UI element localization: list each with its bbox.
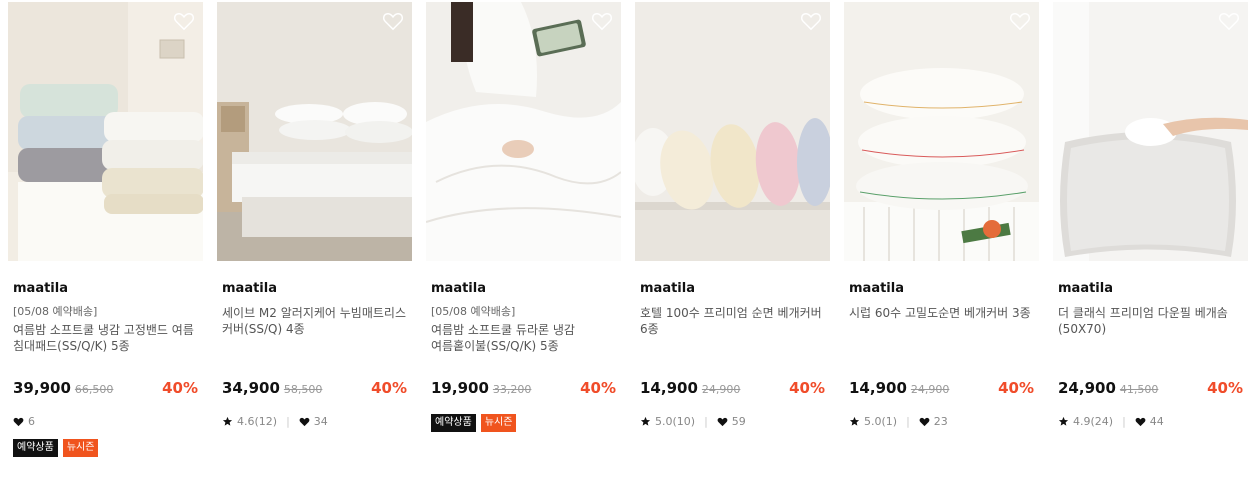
- heart-icon: [919, 417, 930, 427]
- heart-icon: [299, 417, 310, 427]
- price-row: 34,900 58,500 40%: [222, 379, 407, 397]
- wishlist-heart-icon[interactable]: [800, 11, 822, 31]
- original-price: 66,500: [74, 383, 114, 396]
- price-row: 19,900 33,200 40%: [431, 379, 616, 397]
- like-count: 6: [28, 415, 35, 428]
- original-price: 58,500: [283, 383, 323, 396]
- sale-price: 14,900: [640, 379, 698, 397]
- review-meta: 5.0(1) | 23: [849, 415, 948, 428]
- heart-icon: [13, 417, 24, 427]
- star-icon: [640, 416, 651, 426]
- product-name[interactable]: 세이브 M2 알러지케어 누빔매트리스 커버(SS/Q) 4종: [222, 305, 410, 337]
- brand-name[interactable]: maatila: [640, 281, 828, 297]
- sale-price: 14,900: [849, 379, 907, 397]
- meta-divider: |: [704, 415, 708, 428]
- product-card[interactable]: maatila 시럽 60수 고밀도순면 베개커버 3종 14,900 24,9…: [844, 2, 1039, 428]
- like-count: 59: [731, 415, 746, 428]
- wishlist-heart-icon[interactable]: [382, 11, 404, 31]
- rating-value: 5.0(1): [864, 415, 898, 428]
- review-meta: 5.0(10) | 59: [640, 415, 746, 428]
- product-card[interactable]: maatila 더 클래식 프리미엄 다운필 베개솜(50X70) 24,900…: [1053, 2, 1248, 428]
- discount-rate: 40%: [580, 379, 616, 397]
- product-name[interactable]: 더 클래식 프리미엄 다운필 베개솜(50X70): [1058, 305, 1246, 337]
- badge-list: 예약상품 뉴시즌: [431, 414, 517, 432]
- like-count: 23: [933, 415, 948, 428]
- delivery-tag: [05/08 예약배송]: [13, 305, 98, 318]
- product-name[interactable]: 여름밤 소프트쿨 듀라론 냉감 여름홑이불(SS/Q/K) 5종: [431, 322, 619, 354]
- price-row: 24,900 41,500 40%: [1058, 379, 1243, 397]
- price-row: 14,900 24,900 40%: [640, 379, 825, 397]
- review-meta: 4.6(12) | 34: [222, 415, 328, 428]
- sale-price: 39,900: [13, 379, 71, 397]
- product-image[interactable]: [217, 2, 412, 261]
- product-photo-bedpad: [8, 2, 203, 261]
- price-row: 14,900 24,900 40%: [849, 379, 1034, 397]
- delivery-tag: [05/08 예약배송]: [431, 305, 516, 318]
- review-meta: 4.9(24) | 44: [1058, 415, 1164, 428]
- product-image[interactable]: [844, 2, 1039, 261]
- wishlist-heart-icon[interactable]: [173, 11, 195, 31]
- discount-rate: 40%: [1207, 379, 1243, 397]
- sale-price: 19,900: [431, 379, 489, 397]
- product-photo-mattress-cover: [217, 2, 412, 261]
- discount-rate: 40%: [789, 379, 825, 397]
- like-count: 34: [313, 415, 328, 428]
- product-photo-stacked-pillows: [844, 2, 1039, 261]
- heart-icon: [1135, 417, 1146, 427]
- review-meta: 6: [13, 415, 35, 428]
- star-icon: [1058, 416, 1069, 426]
- price-row: 39,900 66,500 40%: [13, 379, 198, 397]
- brand-name[interactable]: maatila: [431, 281, 619, 297]
- brand-name[interactable]: maatila: [222, 281, 410, 297]
- original-price: 41,500: [1119, 383, 1159, 396]
- product-grid: maatila [05/08 예약배송] 여름밤 소프트쿨 냉감 고정밴드 여름…: [8, 2, 1248, 457]
- rating-value: 4.6(12): [237, 415, 278, 428]
- discount-rate: 40%: [371, 379, 407, 397]
- wishlist-heart-icon[interactable]: [1218, 11, 1240, 31]
- wishlist-heart-icon[interactable]: [1009, 11, 1031, 31]
- product-image[interactable]: [8, 2, 203, 261]
- rating-value: 5.0(10): [655, 415, 696, 428]
- brand-name[interactable]: maatila: [849, 281, 1037, 297]
- like-count: 44: [1149, 415, 1164, 428]
- new-season-badge: 뉴시즌: [480, 414, 517, 432]
- product-name[interactable]: 호텔 100수 프리미엄 순면 베개커버 6종: [640, 305, 828, 337]
- rating-value: 4.9(24): [1073, 415, 1114, 428]
- preorder-badge: 예약상품: [13, 439, 58, 457]
- product-image[interactable]: [1053, 2, 1248, 261]
- product-card[interactable]: maatila 세이브 M2 알러지케어 누빔매트리스 커버(SS/Q) 4종 …: [217, 2, 412, 428]
- product-image[interactable]: [426, 2, 621, 261]
- product-photo-pillowcases: [635, 2, 830, 261]
- new-season-badge: 뉴시즌: [62, 439, 99, 457]
- original-price: 24,900: [701, 383, 741, 396]
- product-name[interactable]: 시럽 60수 고밀도순면 베개커버 3종: [849, 305, 1037, 321]
- wishlist-heart-icon[interactable]: [591, 11, 613, 31]
- product-card[interactable]: maatila 호텔 100수 프리미엄 순면 베개커버 6종 14,900 2…: [635, 2, 830, 428]
- product-photo-summer-blanket: [426, 2, 621, 261]
- original-price: 33,200: [492, 383, 532, 396]
- meta-divider: |: [286, 415, 290, 428]
- star-icon: [849, 416, 860, 426]
- discount-rate: 40%: [162, 379, 198, 397]
- meta-divider: |: [906, 415, 910, 428]
- product-photo-down-pillow: [1053, 2, 1248, 261]
- brand-name[interactable]: maatila: [1058, 281, 1246, 297]
- original-price: 24,900: [910, 383, 950, 396]
- product-image[interactable]: [635, 2, 830, 261]
- heart-icon: [717, 417, 728, 427]
- sale-price: 34,900: [222, 379, 280, 397]
- meta-divider: |: [1122, 415, 1126, 428]
- product-card[interactable]: maatila [05/08 예약배송] 여름밤 소프트쿨 냉감 고정밴드 여름…: [8, 2, 203, 457]
- product-card[interactable]: maatila [05/08 예약배송] 여름밤 소프트쿨 듀라론 냉감 여름홑…: [426, 2, 621, 432]
- star-icon: [222, 416, 233, 426]
- preorder-badge: 예약상품: [431, 414, 476, 432]
- badge-list: 예약상품 뉴시즌: [13, 439, 99, 457]
- product-name[interactable]: 여름밤 소프트쿨 냉감 고정밴드 여름 침대패드(SS/Q/K) 5종: [13, 322, 201, 354]
- sale-price: 24,900: [1058, 379, 1116, 397]
- discount-rate: 40%: [998, 379, 1034, 397]
- brand-name[interactable]: maatila: [13, 281, 201, 297]
